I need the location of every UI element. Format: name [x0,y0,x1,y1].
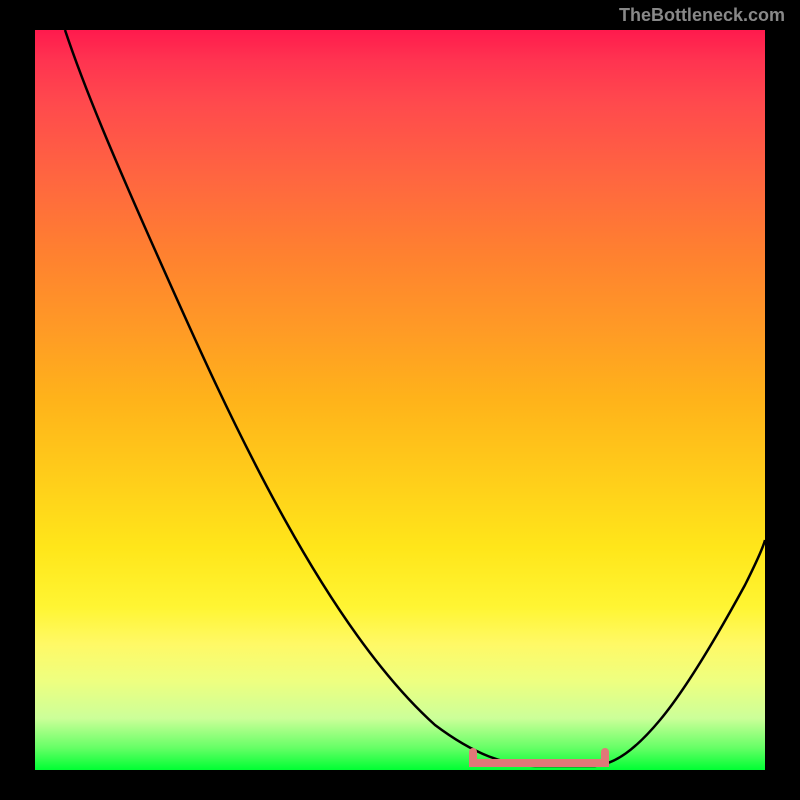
watermark-text: TheBottleneck.com [619,5,785,26]
chart-area [35,30,765,770]
bottleneck-curve-line [65,30,765,766]
chart-svg [35,30,765,770]
